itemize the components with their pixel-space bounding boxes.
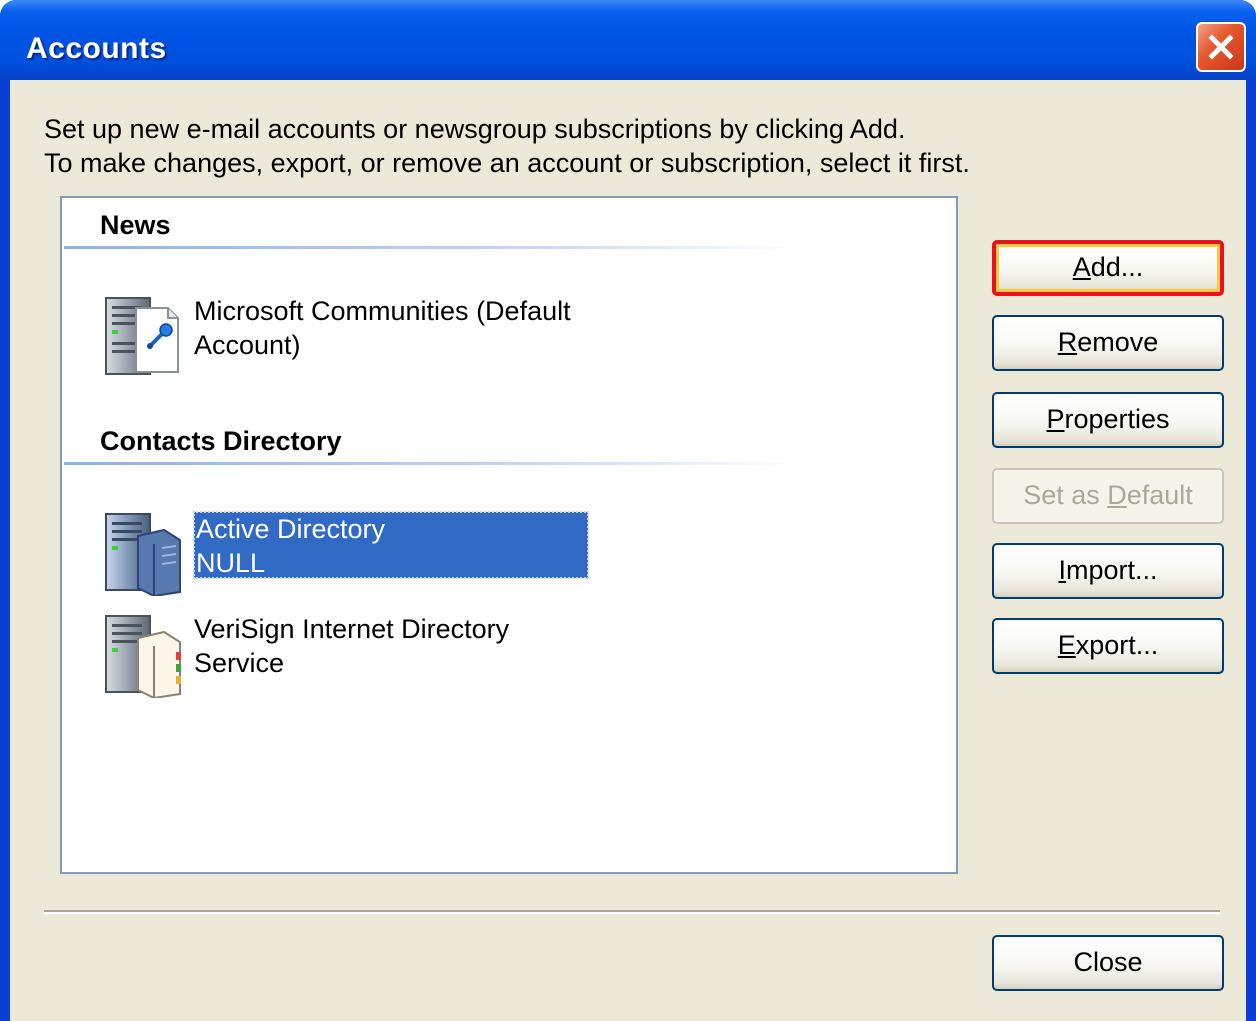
export-button-label-post: xport... xyxy=(1075,630,1159,660)
account-name: Microsoft Communities (Default Account) xyxy=(194,294,571,362)
footer-separator xyxy=(44,910,1220,914)
account-name-line-1: VeriSign Internet Directory xyxy=(194,614,510,644)
account-name: VeriSign Internet Directory Service xyxy=(194,612,509,680)
directory-server-icon xyxy=(105,615,181,698)
properties-button[interactable]: Properties xyxy=(992,392,1224,448)
accounts-dialog: Accounts Set up new e-mail accounts or n… xyxy=(0,0,1256,1021)
news-server-icon xyxy=(105,297,179,375)
remove-button-label-post: emove xyxy=(1077,327,1159,357)
import-button-mnemonic: I xyxy=(1058,555,1066,585)
account-name-line-2: Service xyxy=(194,648,285,678)
close-window-button[interactable] xyxy=(1196,22,1246,72)
add-button-mnemonic: A xyxy=(1072,252,1091,282)
group-heading-contacts-directory: Contacts Directory xyxy=(100,426,342,456)
properties-button-label-post: roperties xyxy=(1064,404,1170,434)
add-button[interactable]: Add... xyxy=(992,240,1224,296)
group-divider xyxy=(64,246,804,249)
export-button-mnemonic: E xyxy=(1057,630,1076,660)
set-as-default-button[interactable]: Set as Default xyxy=(992,468,1224,524)
import-button[interactable]: Import... xyxy=(992,543,1224,599)
export-button[interactable]: Export... xyxy=(992,618,1224,674)
instructions-text: Set up new e-mail accounts or newsgroup … xyxy=(44,112,970,180)
accounts-list[interactable]: News Microsoft Communities (Default Acco… xyxy=(60,196,958,874)
remove-button-mnemonic: R xyxy=(1057,327,1078,357)
account-name-line-2: NULL xyxy=(196,548,266,578)
account-name-line-1: Microsoft Communities (Default xyxy=(194,296,571,326)
remove-button[interactable]: Remove xyxy=(992,315,1224,371)
set-as-default-button-mnemonic: D xyxy=(1107,480,1127,510)
list-item-active-directory[interactable]: Active Directory NULL xyxy=(102,510,662,598)
account-name-line-1: Active Directory xyxy=(196,514,386,544)
add-button-label-post: dd... xyxy=(1090,252,1144,282)
group-divider xyxy=(64,462,804,465)
import-button-label-post: mport... xyxy=(1065,555,1158,585)
directory-server-icon xyxy=(105,513,181,596)
account-name: Active Directory NULL xyxy=(193,511,589,579)
list-item-verisign-directory[interactable]: VeriSign Internet Directory Service xyxy=(102,612,662,700)
instructions-line-1: Set up new e-mail accounts or newsgroup … xyxy=(44,114,906,144)
dialog-body: Set up new e-mail accounts or newsgroup … xyxy=(10,80,1246,1021)
group-heading-news: News xyxy=(100,210,171,240)
account-name-line-2: Account) xyxy=(194,330,301,360)
instructions-line-2: To make changes, export, or remove an ac… xyxy=(44,148,970,178)
properties-button-mnemonic: P xyxy=(1046,404,1065,434)
list-item-microsoft-communities[interactable]: Microsoft Communities (Default Account) xyxy=(102,294,662,382)
title-bar[interactable]: Accounts xyxy=(0,0,1256,80)
close-icon xyxy=(1208,34,1234,60)
close-button[interactable]: Close xyxy=(992,935,1224,991)
set-as-default-button-label-post: efault xyxy=(1126,480,1193,510)
set-as-default-button-label-pre: Set as xyxy=(1023,480,1108,510)
window-title: Accounts xyxy=(26,32,167,65)
